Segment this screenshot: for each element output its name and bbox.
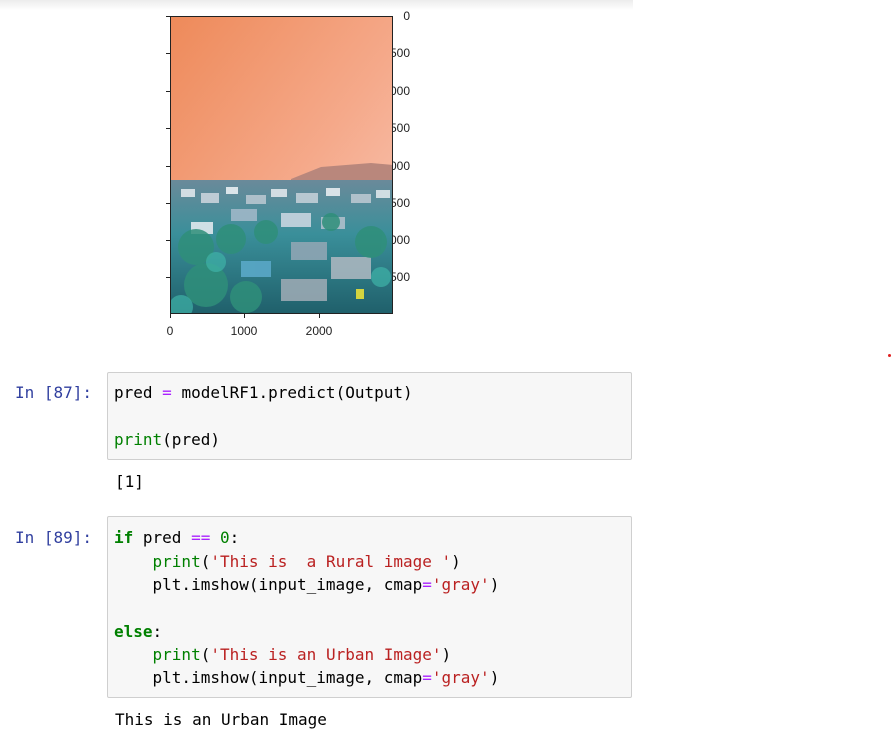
cell-prompt: In [87]: <box>15 383 93 402</box>
red-dot-marker <box>888 354 891 357</box>
x-tick-mark <box>170 314 171 318</box>
urban-landscape-image <box>171 17 392 313</box>
code-line: print('This is an Urban Image') <box>152 645 452 664</box>
x-tick-mark <box>319 314 320 318</box>
code-line: pred = modelRF1.predict(Output) <box>114 383 413 402</box>
cell-output: [1] <box>115 472 144 491</box>
x-tick-label: 1000 <box>230 324 258 338</box>
code-line: if pred == 0: <box>114 528 240 547</box>
code-line: print('This is a Rural image ') <box>152 552 461 571</box>
code-cell-input[interactable]: pred = modelRF1.predict(Output) print(pr… <box>107 372 632 460</box>
x-tick-label: 0 <box>166 324 174 338</box>
code-line: print(pred) <box>114 430 220 449</box>
x-tick-mark <box>244 314 245 318</box>
code-line: else: <box>114 622 163 641</box>
image-axes <box>170 16 393 314</box>
x-tick-label: 2000 <box>305 324 333 338</box>
code-line: plt.imshow(input_image, cmap='gray') <box>152 575 500 594</box>
code-cell-input[interactable]: if pred == 0: print('This is a Rural ima… <box>107 516 632 698</box>
cell-prompt: In [89]: <box>15 528 93 547</box>
code-line: plt.imshow(input_image, cmap='gray') <box>152 668 500 687</box>
imshow-plot-output: 0 500 1000 1500 2000 2500 3000 3500 0 10… <box>110 0 410 345</box>
cell-output: This is an Urban Image <box>115 710 327 729</box>
